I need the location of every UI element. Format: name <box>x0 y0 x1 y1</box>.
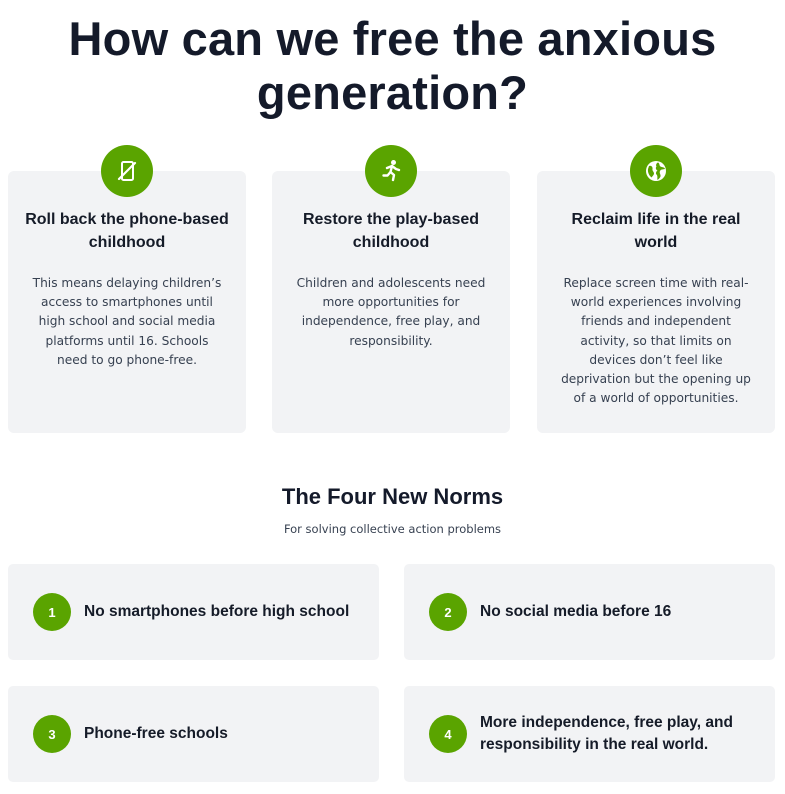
globe-icon <box>630 145 682 197</box>
norm-number-badge: 4 <box>429 715 467 753</box>
pillar-description: Replace screen time with real-world expe… <box>561 276 751 406</box>
page-title: How can we free the anxious generation? <box>0 12 785 120</box>
pillar-card-phone: Roll back the phone-based childhood This… <box>8 145 246 433</box>
norm-number-badge: 3 <box>33 715 71 753</box>
pillar-title: Restore the play-based childhood <box>302 211 480 251</box>
norm-text: No smartphones before high school <box>84 603 350 620</box>
norms-section-subtitle: For solving collective action problems <box>283 522 502 536</box>
norm-text: Phone-free schools <box>84 725 228 742</box>
page-title-line-2: generation? <box>256 66 529 119</box>
norm-text: No social media before 16 <box>480 603 672 620</box>
norm-number-badge: 2 <box>429 593 467 631</box>
norm-number-badge: 1 <box>33 593 71 631</box>
norm-card-1: 1 No smartphones before high school <box>8 564 379 660</box>
pillar-card-real-world: Reclaim life in the real world Replace s… <box>537 145 775 433</box>
pillars-section: Roll back the phone-based childhood This… <box>8 145 777 434</box>
pillar-description: This means delaying children’s access to… <box>32 276 222 367</box>
norm-card-3: 3 Phone-free schools <box>8 686 379 782</box>
no-phone-icon <box>101 145 153 197</box>
norms-section-title: The Four New Norms <box>281 484 504 509</box>
pillar-description: Children and adolescents need more oppor… <box>296 276 486 348</box>
running-person-icon <box>365 145 417 197</box>
norm-text: More independence, free play, and respon… <box>480 714 733 753</box>
pillar-title: Reclaim life in the real world <box>571 211 741 251</box>
pillar-title: Roll back the phone-based childhood <box>25 211 229 251</box>
norm-card-2: 2 No social media before 16 <box>404 564 775 660</box>
page-title-line-1: How can we free the anxious <box>68 12 717 65</box>
norm-card-4: 4 More independence, free play, and resp… <box>404 686 775 782</box>
pillar-card-play: Restore the play-based childhood Childre… <box>272 145 510 433</box>
